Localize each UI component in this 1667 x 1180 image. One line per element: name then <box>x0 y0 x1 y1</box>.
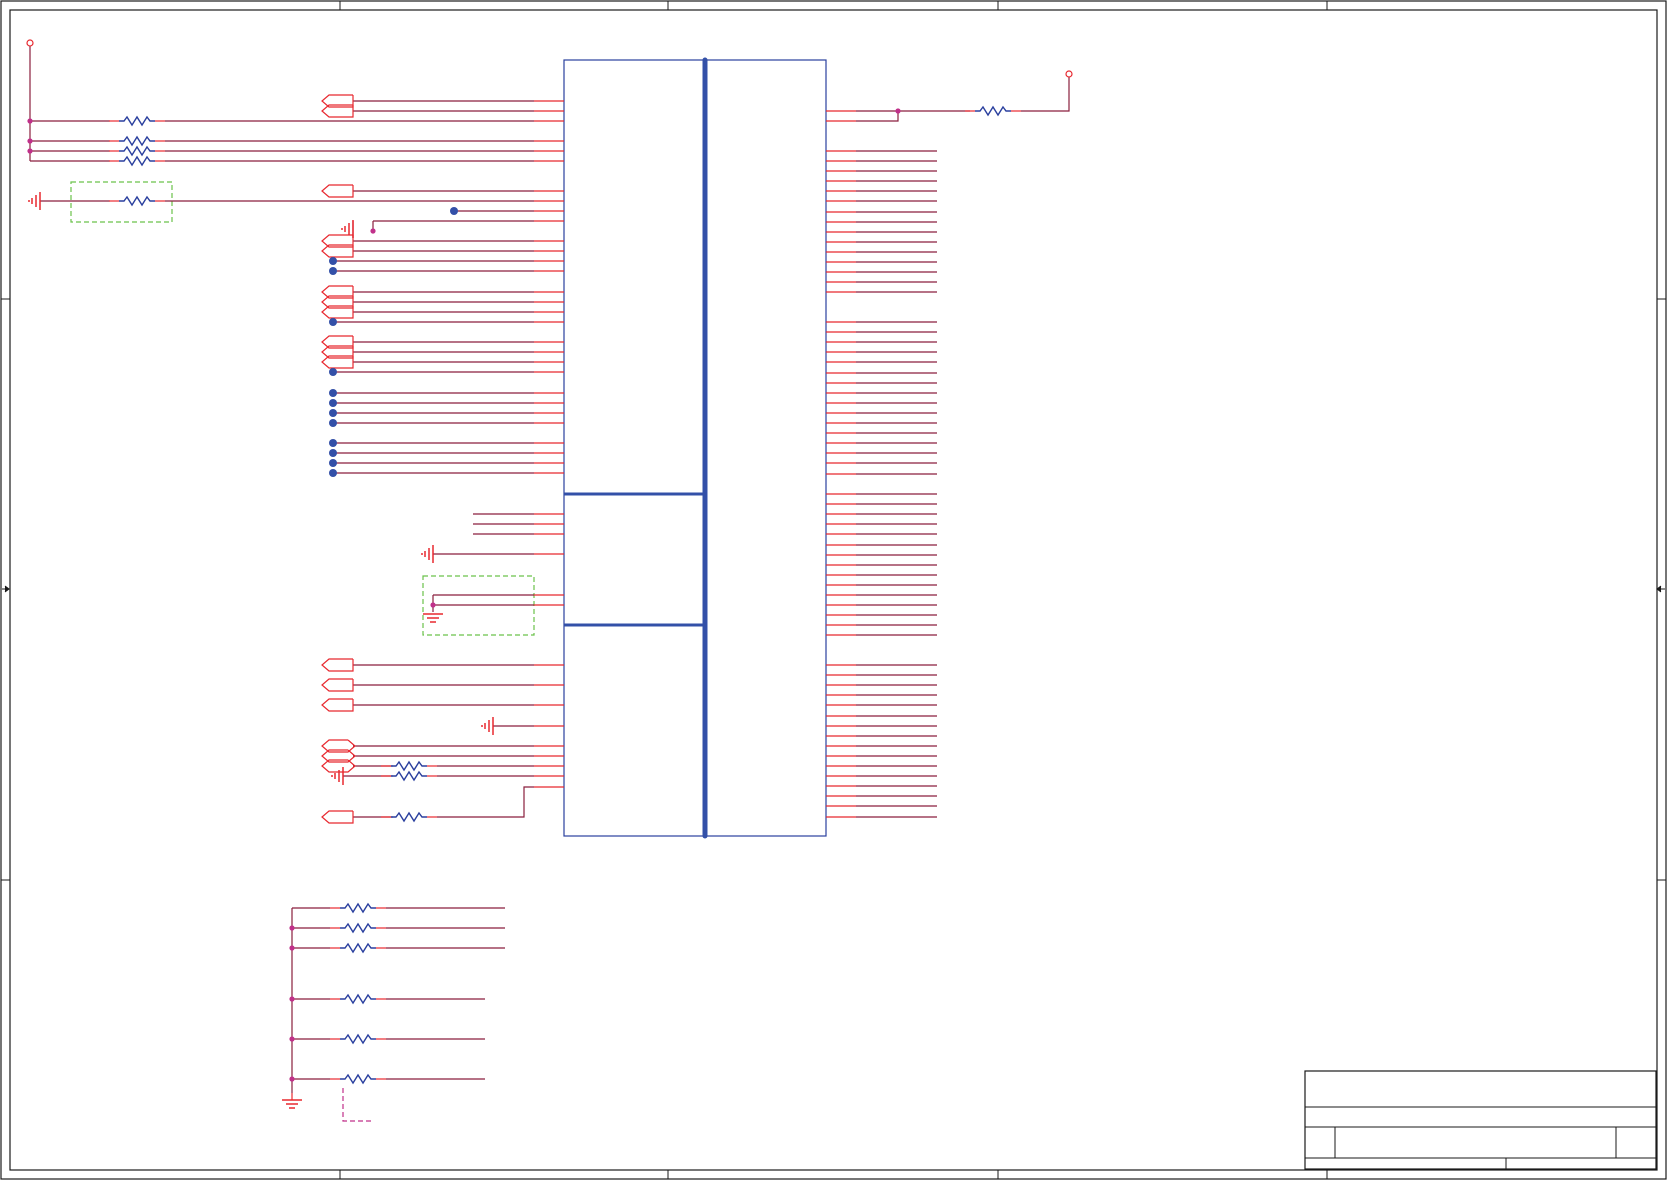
junction-dot <box>289 1036 295 1042</box>
no-connect-marker <box>329 389 337 397</box>
no-connect-marker <box>329 318 337 326</box>
no-connect-marker <box>329 409 337 417</box>
junction-dot <box>27 118 33 124</box>
no-connect-marker <box>329 257 337 265</box>
no-connect-marker <box>329 368 337 376</box>
no-connect-marker <box>329 469 337 477</box>
junction-dot <box>289 996 295 1002</box>
no-connect-marker <box>450 207 458 215</box>
junction-dot <box>289 1076 295 1082</box>
canvas-background <box>0 0 1667 1180</box>
no-connect-marker <box>329 439 337 447</box>
junction-dot <box>430 602 436 608</box>
junction-dot <box>27 138 33 144</box>
junction-dot <box>289 945 295 951</box>
no-connect-marker <box>329 267 337 275</box>
no-connect-marker <box>329 419 337 427</box>
no-connect-marker <box>329 459 337 467</box>
junction-dot <box>289 925 295 931</box>
no-connect-marker <box>329 449 337 457</box>
junction-dot <box>27 148 33 154</box>
junction-dot <box>370 228 376 234</box>
schematic-canvas[interactable] <box>0 0 1667 1180</box>
no-connect-marker <box>329 399 337 407</box>
junction-dot <box>895 108 901 114</box>
